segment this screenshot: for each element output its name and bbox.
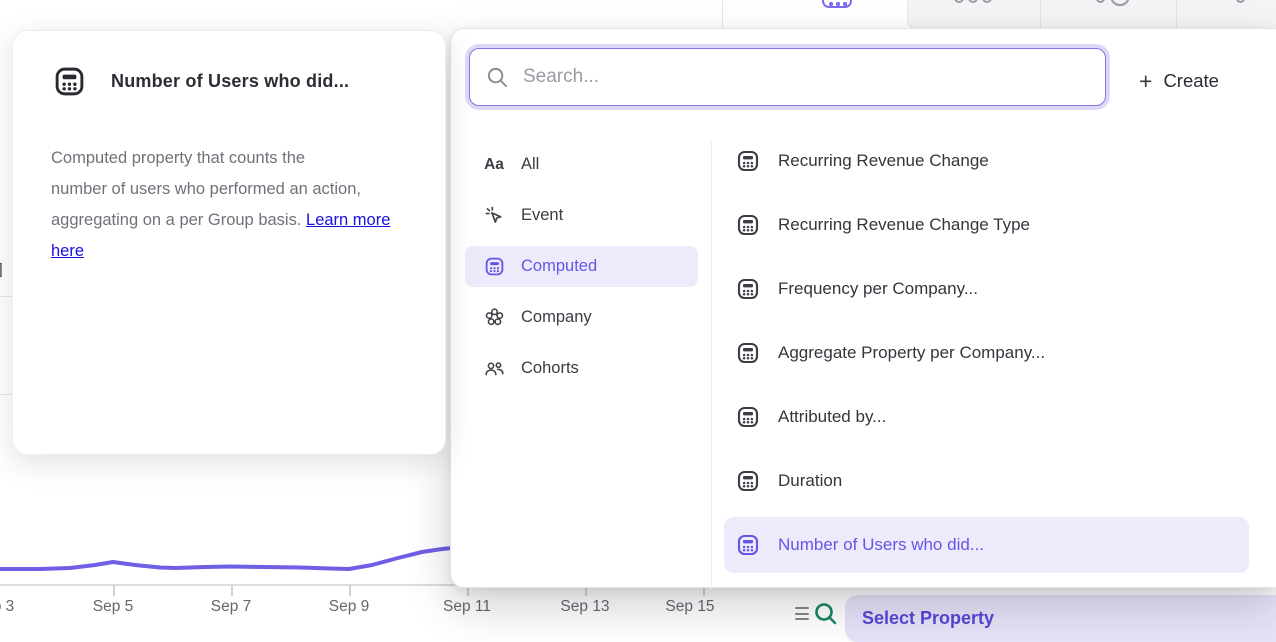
property-tooltip-card: Number of Users who did... Computed prop… (12, 30, 446, 455)
calculator-icon (736, 277, 760, 301)
property-label: Attributed by... (778, 407, 886, 427)
calculator-icon (736, 405, 760, 429)
plus-icon: + (1139, 70, 1152, 92)
search-icon (486, 66, 509, 89)
property-picker-panel: + Create Aa All Event (450, 28, 1276, 588)
cohorts-icon (483, 358, 505, 379)
search-box[interactable] (469, 48, 1106, 106)
tab-computed-icon[interactable] (822, 0, 852, 8)
property-label: Aggregate Property per Company... (778, 343, 1045, 363)
property-label: Duration (778, 471, 842, 491)
tab-separator (1176, 0, 1177, 29)
property-row[interactable]: Recurring Revenue Change Type (724, 197, 1249, 253)
axis-label: Sep 13 (560, 598, 609, 616)
calculator-icon (736, 213, 760, 237)
category-computed[interactable]: Computed (465, 246, 698, 287)
select-property-field[interactable]: Select Property (845, 595, 1276, 642)
category-all[interactable]: Aa All (465, 144, 698, 185)
category-label: All (521, 155, 539, 174)
axis-tick (349, 585, 351, 596)
axis-label: Sep 15 (665, 598, 714, 616)
category-event[interactable]: Event (465, 195, 698, 236)
property-row[interactable]: Attributed by... (724, 389, 1249, 445)
category-label: Cohorts (521, 359, 579, 378)
property-label: Recurring Revenue Change (778, 151, 989, 171)
property-row[interactable]: Aggregate Property per Company... (724, 325, 1249, 381)
axis-label: Sep 7 (211, 598, 252, 616)
axis-label: Sep 11 (443, 598, 491, 616)
category-cohorts[interactable]: Cohorts (465, 348, 698, 389)
axis-label: Sep 9 (329, 598, 370, 616)
tooltip-title: Number of Users who did... (111, 71, 349, 92)
property-row[interactable]: Frequency per Company... (724, 261, 1249, 317)
description-line: Computed property that counts the (51, 149, 305, 167)
text-aa-icon: Aa (483, 156, 505, 174)
category-label: Event (521, 206, 563, 225)
axis-tick (113, 585, 115, 596)
calculator-icon (483, 256, 505, 277)
calculator-icon (53, 65, 86, 98)
screen: Sep 3 Sep 5 Sep 7 Sep 9 Sep 11 Sep 13 Se… (0, 0, 1276, 642)
panel-divider-line (722, 0, 723, 30)
company-icon (483, 307, 505, 328)
property-label: Number of Users who did... (778, 535, 984, 555)
axis-label: Sep 3 (0, 598, 14, 616)
calculator-icon (736, 341, 760, 365)
calculator-icon (736, 533, 760, 557)
calculator-icon (736, 469, 760, 493)
category-label: Computed (521, 257, 597, 276)
tooltip-description: Computed property that counts the number… (51, 143, 419, 267)
property-row-selected[interactable]: Number of Users who did... (724, 517, 1249, 573)
search-input[interactable] (523, 66, 1105, 88)
tab-separator (1040, 0, 1041, 29)
property-row[interactable]: Duration (724, 453, 1249, 509)
description-line: aggregating on a per Group basis. (51, 211, 301, 229)
tooltip-header: Number of Users who did... (53, 65, 349, 98)
axis-label: Sep 5 (93, 598, 134, 616)
category-label: Company (521, 308, 592, 327)
drag-handle-icon[interactable] (795, 607, 809, 624)
category-company[interactable]: Company (465, 297, 698, 338)
property-row[interactable]: Recurring Revenue Change (724, 133, 1249, 189)
axis-tick (231, 585, 233, 596)
event-click-icon (483, 205, 505, 226)
calculator-icon (736, 149, 760, 173)
select-property-label: Select Property (862, 608, 994, 629)
description-line: number of users who performed an action, (51, 180, 361, 198)
property-label: Frequency per Company... (778, 279, 978, 299)
panel-column-divider (711, 141, 712, 589)
property-search-icon (812, 600, 840, 628)
create-button[interactable]: + Create (1139, 70, 1219, 92)
property-label: Recurring Revenue Change Type (778, 215, 1030, 235)
tab-bar (907, 0, 1276, 30)
clipped-background-text: y] (0, 261, 3, 278)
